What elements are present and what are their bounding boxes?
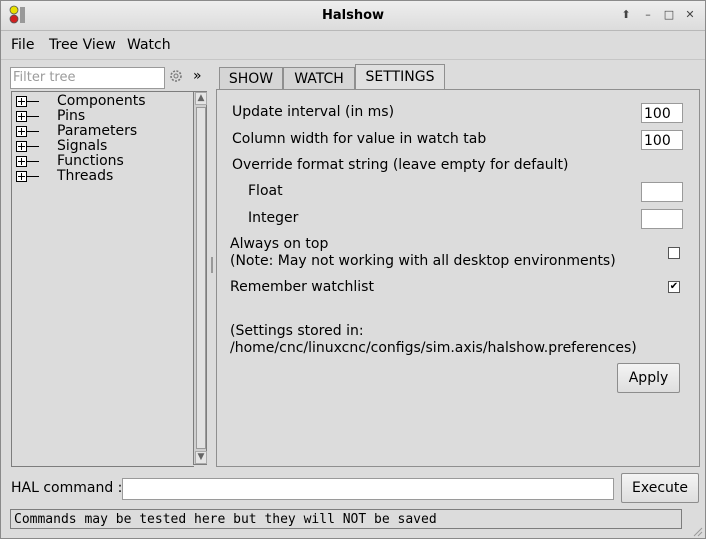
menu-tree-view[interactable]: Tree View [49,37,116,53]
resize-grip-icon[interactable] [691,525,703,537]
filter-tree-input[interactable] [11,68,161,86]
app-window: Halshow ⬆ – □ ✕ File Tree View Watch » C… [0,0,706,539]
float-format-field[interactable] [641,182,683,202]
gear-icon[interactable] [168,68,184,84]
pane-splitter-handle[interactable] [211,257,213,273]
float-format-label: Float [248,183,283,199]
menu-bar: File Tree View Watch [1,31,705,60]
menu-watch[interactable]: Watch [127,37,171,53]
expand-icon[interactable] [16,141,27,152]
override-format-label: Override format string (leave empty for … [232,157,569,173]
always-on-top-checkbox[interactable] [668,247,680,259]
scrollbar-thumb[interactable] [196,107,206,449]
integer-format-field[interactable] [641,209,683,229]
tree-item-label: Signals [57,138,108,154]
hal-command-input[interactable] [122,478,614,500]
checkmark-icon: ✔ [669,281,679,292]
title-bar[interactable]: Halshow ⬆ – □ ✕ [1,1,705,31]
column-width-label: Column width for value in watch tab [232,131,487,147]
window-title: Halshow [321,8,385,23]
remember-watchlist-checkbox[interactable]: ✔ [668,281,680,293]
scroll-up-icon[interactable]: ▲ [195,92,207,105]
tree-item-label: Threads [57,168,114,184]
hal-command-label: HAL command : [11,480,123,496]
apply-button[interactable]: Apply [617,363,680,393]
column-width-field[interactable]: 100 [641,130,683,150]
expand-tree-button[interactable]: » [193,68,202,84]
scroll-down-icon[interactable]: ▼ [195,451,207,464]
filter-tree-box[interactable] [10,67,165,89]
maximize-arrow-icon[interactable]: ⬆ [617,7,635,23]
tree-item-label: Components [57,93,146,109]
tree-panel: Components Pins Parameters Signals Funct… [11,91,194,467]
tree-item-label: Pins [57,108,86,124]
tree-item-label: Functions [57,153,124,169]
settings-stored-label: (Settings stored in: [230,323,364,339]
always-on-top-note: (Note: May not working with all desktop … [230,253,616,269]
restore-icon[interactable]: □ [660,7,678,23]
update-interval-label: Update interval (in ms) [232,104,395,120]
expand-icon[interactable] [16,96,27,107]
close-icon[interactable]: ✕ [681,7,699,23]
expand-icon[interactable] [16,156,27,167]
expand-icon[interactable] [16,126,27,137]
menu-file[interactable]: File [11,37,34,53]
execute-button[interactable]: Execute [621,473,699,503]
tab-settings[interactable]: SETTINGS [355,64,445,91]
tree-item-label: Parameters [57,123,138,139]
tree-scrollbar[interactable]: ▲ ▼ [193,91,207,465]
settings-panel: Update interval (in ms) 100 Column width… [216,89,700,467]
remember-watchlist-label: Remember watchlist [230,279,374,295]
tab-show[interactable]: SHOW [219,67,283,90]
always-on-top-label: Always on top [230,236,329,252]
expand-icon[interactable] [16,111,27,122]
tab-watch[interactable]: WATCH [283,67,355,90]
settings-stored-path: /home/cnc/linuxcnc/configs/sim.axis/hals… [230,340,637,356]
integer-format-label: Integer [248,210,299,226]
expand-icon[interactable] [16,171,27,182]
minimize-icon[interactable]: – [639,7,657,23]
update-interval-field[interactable]: 100 [641,103,683,123]
status-message: Commands may be tested here but they wil… [10,509,682,529]
